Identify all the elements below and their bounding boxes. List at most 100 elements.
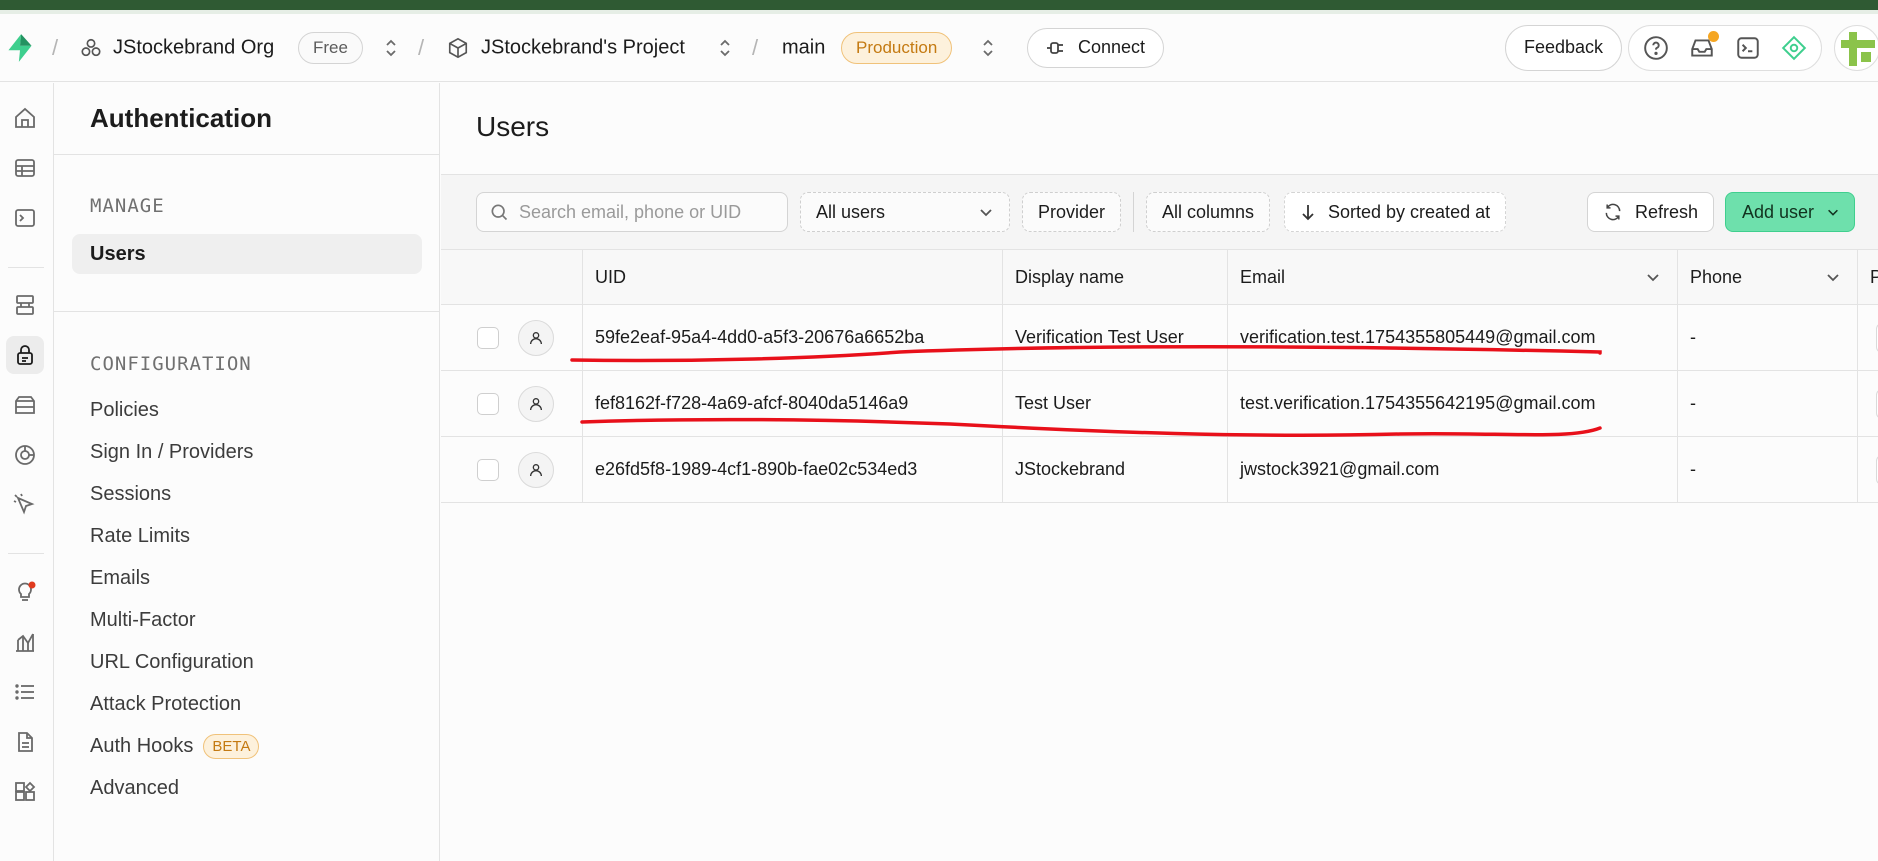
provider-cell (1858, 305, 1878, 370)
email-cell[interactable]: jwstock3921@gmail.com (1228, 437, 1678, 502)
uid-cell[interactable]: 59fe2eaf-95a4-4dd0-a5f3-20676a6652ba (583, 305, 1003, 370)
row-select-cell (441, 305, 583, 370)
sidebar-item-attack-protection[interactable]: Attack Protection (72, 684, 422, 724)
project-switcher-chevron-icon[interactable] (718, 37, 732, 59)
sidebar-divider (54, 154, 440, 155)
authentication-lock-icon[interactable] (6, 336, 44, 374)
column-header-provider[interactable]: P (1858, 250, 1878, 304)
row-select-cell (441, 437, 583, 502)
icon-rail (0, 83, 54, 861)
sidebar-title: Authentication (90, 103, 272, 133)
user-icon (518, 451, 554, 488)
display-name-cell[interactable]: JStockebrand (1003, 437, 1228, 502)
org-switcher-chevron-icon[interactable] (384, 37, 398, 59)
provider-cell (1858, 437, 1878, 502)
ai-assistant-icon[interactable] (1781, 35, 1807, 61)
column-header-uid[interactable]: UID (583, 250, 1003, 304)
project-name[interactable]: JStockebrand's Project (481, 36, 685, 59)
display-name-cell[interactable]: Test User (1003, 371, 1228, 436)
email-cell[interactable]: test.verification.1754355642195@gmail.co… (1228, 371, 1678, 436)
uid-cell[interactable]: fef8162f-f728-4a69-afcf-8040da5146a9 (583, 371, 1003, 436)
connect-label: Connect (1078, 37, 1146, 57)
columns-button[interactable]: All columns (1146, 192, 1271, 232)
toolbar-icon-group (1628, 24, 1822, 71)
add-user-button[interactable]: Add user (1725, 192, 1856, 232)
provider-filter-button[interactable]: Provider (1022, 192, 1122, 232)
sort-button[interactable]: Sorted by created at (1284, 192, 1507, 232)
sql-editor-icon[interactable] (6, 199, 44, 237)
api-docs-icon[interactable] (6, 723, 44, 761)
table-row[interactable]: fef8162f-f728-4a69-afcf-8040da5146a9 Tes… (441, 371, 1878, 437)
feedback-button[interactable]: Feedback (1505, 24, 1623, 71)
column-header-phone[interactable]: Phone (1678, 250, 1858, 304)
inbox-notifications-icon[interactable] (1689, 30, 1719, 61)
authentication-sidebar: Authentication MANAGE Users CONFIGURATIO… (54, 83, 440, 861)
refresh-button[interactable]: Refresh (1587, 192, 1715, 232)
sidebar-item-multi-factor[interactable]: Multi-Factor (72, 600, 422, 640)
environment-badge: Production (841, 31, 953, 64)
reports-chart-icon[interactable] (6, 623, 44, 661)
table-editor-icon[interactable] (6, 149, 44, 187)
branch-switcher-chevron-icon[interactable] (981, 37, 995, 59)
chevron-down-icon[interactable] (1645, 269, 1661, 285)
logs-list-icon[interactable] (6, 673, 44, 711)
rail-divider (8, 267, 44, 268)
sidebar-item-emails[interactable]: Emails (72, 558, 422, 598)
sidebar-item-auth-hooks[interactable]: Auth Hooks BETA (72, 726, 422, 766)
column-header-display-name[interactable]: Display name (1003, 250, 1228, 304)
top-navigation-bar: / JStockebrand Org Free / JStockebrand's… (0, 14, 1878, 82)
search-input[interactable] (519, 201, 779, 223)
row-checkbox[interactable] (477, 326, 499, 349)
sidebar-item-rate-limits[interactable]: Rate Limits (72, 516, 422, 556)
realtime-icon[interactable] (6, 436, 44, 474)
sidebar-divider (54, 311, 440, 312)
sidebar-item-sessions[interactable]: Sessions (72, 474, 422, 514)
email-cell[interactable]: verification.test.1754355805449@gmail.co… (1228, 305, 1678, 370)
feedback-label: Feedback (1524, 37, 1604, 57)
user-avatar[interactable] (1834, 24, 1878, 71)
phone-cell[interactable]: - (1678, 371, 1858, 436)
help-icon[interactable] (1643, 35, 1669, 61)
sidebar-item-sign-in-providers[interactable]: Sign In / Providers (72, 432, 422, 472)
auth-hooks-label: Auth Hooks (90, 734, 194, 757)
connect-button[interactable]: Connect (1027, 27, 1165, 68)
manage-section-heading: MANAGE (90, 195, 165, 217)
row-checkbox[interactable] (477, 458, 499, 481)
chevron-down-icon[interactable] (1825, 269, 1841, 285)
phone-cell[interactable]: - (1678, 437, 1858, 502)
sidebar-item-users[interactable]: Users (72, 234, 422, 274)
home-icon[interactable] (6, 99, 44, 137)
rail-divider (8, 553, 44, 554)
search-box (476, 192, 788, 232)
arrow-down-icon (1302, 205, 1314, 221)
users-main-panel: Users All users Provider All columns Sor… (441, 83, 1878, 861)
advisors-bulb-icon[interactable] (6, 573, 44, 611)
sidebar-item-url-configuration[interactable]: URL Configuration (72, 642, 422, 682)
org-name[interactable]: JStockebrand Org (113, 36, 274, 59)
users-filter-select[interactable]: All users (800, 192, 1010, 232)
refresh-icon (1605, 203, 1621, 221)
edge-functions-cursor-icon[interactable] (6, 486, 44, 524)
add-user-label: Add user (1742, 201, 1815, 222)
branch-name[interactable]: main (782, 36, 825, 59)
beta-badge: BETA (203, 733, 260, 759)
storage-icon[interactable] (6, 386, 44, 424)
table-row[interactable]: 59fe2eaf-95a4-4dd0-a5f3-20676a6652ba Ver… (441, 305, 1878, 371)
row-checkbox[interactable] (477, 392, 499, 415)
supabase-logo-icon[interactable] (6, 33, 34, 63)
uid-cell[interactable]: e26fd5f8-1989-4cf1-890b-fae02c534ed3 (583, 437, 1003, 502)
sidebar-item-advanced[interactable]: Advanced (72, 768, 422, 808)
terminal-icon[interactable] (1735, 35, 1761, 61)
table-header-row: UID Display name Email Phone P (441, 250, 1878, 305)
project-box-icon (448, 37, 468, 58)
display-name-cell[interactable]: Verification Test User (1003, 305, 1228, 370)
integrations-icon[interactable] (6, 773, 44, 811)
user-icon (518, 319, 554, 356)
database-icon[interactable] (6, 286, 44, 324)
email-header-label: Email (1240, 266, 1286, 287)
column-header-email[interactable]: Email (1228, 250, 1678, 304)
phone-cell[interactable]: - (1678, 305, 1858, 370)
sidebar-item-policies[interactable]: Policies (72, 390, 422, 430)
table-row[interactable]: e26fd5f8-1989-4cf1-890b-fae02c534ed3 JSt… (441, 437, 1878, 503)
chevron-down-icon (980, 209, 992, 217)
